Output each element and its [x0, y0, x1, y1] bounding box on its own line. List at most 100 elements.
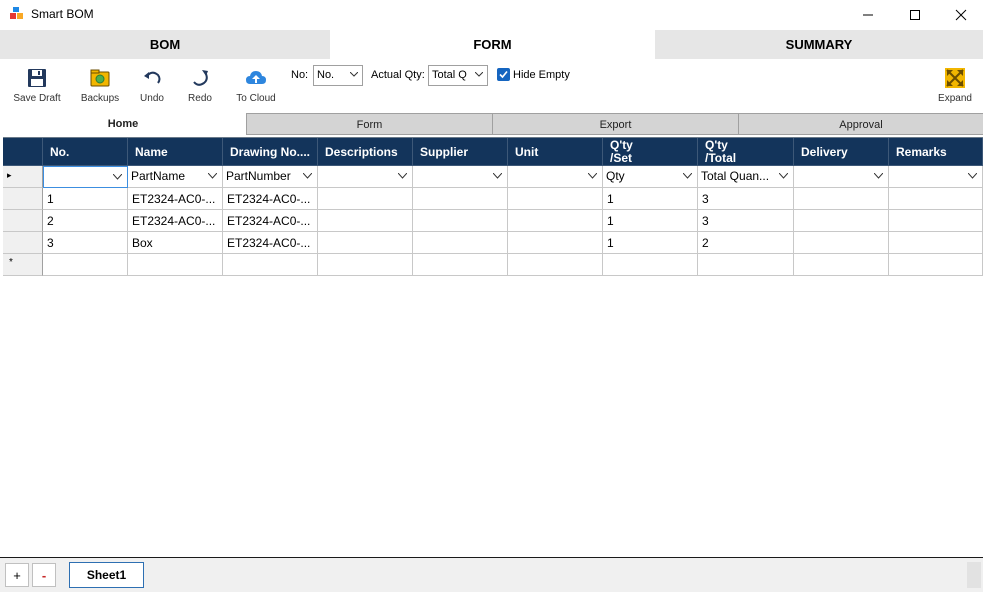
cell-qty-set[interactable]: 1 [603, 232, 698, 254]
new-cell[interactable] [794, 254, 889, 276]
row-header[interactable] [3, 232, 43, 254]
new-cell[interactable] [223, 254, 318, 276]
header-name[interactable]: Name [128, 138, 223, 166]
filter-qty-total-value: Total Quan... [701, 169, 770, 183]
redo-button[interactable]: Redo [184, 67, 216, 104]
cell-supplier[interactable] [413, 188, 508, 210]
filter-qty-set[interactable]: Qty [603, 166, 698, 188]
new-cell[interactable] [413, 254, 508, 276]
undo-button[interactable]: Undo [136, 67, 168, 104]
minimize-icon [863, 14, 873, 16]
new-cell[interactable] [43, 254, 128, 276]
tab-home[interactable]: Home [0, 113, 247, 135]
close-icon [955, 9, 967, 21]
filter-qty-set-value: Qty [606, 169, 625, 183]
filter-name[interactable]: PartName [128, 166, 223, 188]
header-qty-set[interactable]: Q'ty /Set [603, 138, 698, 166]
new-cell[interactable] [889, 254, 983, 276]
filter-no[interactable] [43, 166, 128, 188]
cell-descriptions[interactable] [318, 210, 413, 232]
cell-drawing-no[interactable]: ET2324-AC0-... [223, 210, 318, 232]
filter-delivery[interactable] [794, 166, 889, 188]
close-button[interactable] [938, 0, 983, 30]
sheet-tab[interactable]: Sheet1 [69, 562, 144, 588]
header-qty-total[interactable]: Q'ty /Total [698, 138, 794, 166]
cell-delivery[interactable] [794, 232, 889, 254]
cell-name[interactable]: ET2324-AC0-... [128, 188, 223, 210]
corner-header[interactable] [3, 138, 43, 166]
floppy-disk-icon [28, 69, 46, 87]
cell-remarks[interactable] [889, 210, 983, 232]
new-row-marker[interactable]: * [3, 254, 43, 276]
backups-button[interactable]: Backups [78, 67, 122, 104]
cell-no[interactable]: 3 [43, 232, 128, 254]
cell-unit[interactable] [508, 210, 603, 232]
expand-button[interactable]: Expand [935, 67, 975, 104]
filter-unit[interactable] [508, 166, 603, 188]
new-cell[interactable] [318, 254, 413, 276]
maximize-button[interactable] [892, 0, 938, 30]
row-header[interactable] [3, 210, 43, 232]
minimize-button[interactable] [845, 0, 891, 30]
header-drawing-no[interactable]: Drawing No.... [223, 138, 318, 166]
new-cell[interactable] [603, 254, 698, 276]
chevron-down-icon [303, 173, 312, 179]
tab-form[interactable]: FORM [330, 30, 655, 59]
cell-qty-total[interactable]: 3 [698, 210, 794, 232]
chevron-down-icon [350, 72, 358, 77]
header-no[interactable]: No. [43, 138, 128, 166]
actual-qty-select[interactable]: Total Q [428, 65, 488, 86]
cell-drawing-no[interactable]: ET2324-AC0-... [223, 232, 318, 254]
no-select[interactable]: No. [313, 65, 363, 86]
new-cell[interactable] [508, 254, 603, 276]
sheet-scroll[interactable] [967, 562, 981, 588]
cell-unit[interactable] [508, 232, 603, 254]
add-sheet-button[interactable]: + [5, 563, 29, 587]
header-remarks[interactable]: Remarks [889, 138, 983, 166]
save-draft-button[interactable]: Save Draft [12, 67, 62, 104]
header-qty-set-line2: /Set [610, 151, 633, 165]
cell-descriptions[interactable] [318, 232, 413, 254]
cell-name[interactable]: ET2324-AC0-... [128, 210, 223, 232]
filter-remarks[interactable] [889, 166, 983, 188]
filter-descriptions[interactable] [318, 166, 413, 188]
header-supplier[interactable]: Supplier [413, 138, 508, 166]
row-header[interactable] [3, 188, 43, 210]
tab-summary[interactable]: SUMMARY [655, 30, 983, 59]
expand-label: Expand [938, 93, 972, 104]
new-cell[interactable] [128, 254, 223, 276]
filter-qty-total[interactable]: Total Quan... [698, 166, 794, 188]
cell-no[interactable]: 2 [43, 210, 128, 232]
header-unit[interactable]: Unit [508, 138, 603, 166]
header-descriptions[interactable]: Descriptions [318, 138, 413, 166]
cell-remarks[interactable] [889, 188, 983, 210]
tab-export[interactable]: Export [493, 113, 739, 135]
filter-drawing-no[interactable]: PartNumber [223, 166, 318, 188]
to-cloud-button[interactable]: To Cloud [233, 67, 279, 104]
cell-remarks[interactable] [889, 232, 983, 254]
current-row-indicator: ▸ [3, 166, 43, 188]
cell-delivery[interactable] [794, 188, 889, 210]
cell-qty-set[interactable]: 1 [603, 188, 698, 210]
redo-arrow-icon [193, 70, 208, 86]
cell-delivery[interactable] [794, 210, 889, 232]
cell-descriptions[interactable] [318, 188, 413, 210]
tab-approval[interactable]: Approval [739, 113, 983, 135]
cell-supplier[interactable] [413, 232, 508, 254]
cell-no[interactable]: 1 [43, 188, 128, 210]
cell-qty-total[interactable]: 2 [698, 232, 794, 254]
new-cell[interactable] [698, 254, 794, 276]
filter-supplier[interactable] [413, 166, 508, 188]
bom-grid[interactable]: No. Name Drawing No.... Descriptions Sup… [3, 137, 983, 557]
cell-unit[interactable] [508, 188, 603, 210]
remove-sheet-button[interactable]: - [32, 563, 56, 587]
hide-empty-checkbox[interactable] [497, 68, 510, 81]
cell-qty-total[interactable]: 3 [698, 188, 794, 210]
tab-form-sub[interactable]: Form [247, 113, 493, 135]
cell-qty-set[interactable]: 1 [603, 210, 698, 232]
tab-bom[interactable]: BOM [0, 30, 330, 59]
cell-name[interactable]: Box [128, 232, 223, 254]
cell-supplier[interactable] [413, 210, 508, 232]
header-delivery[interactable]: Delivery [794, 138, 889, 166]
cell-drawing-no[interactable]: ET2324-AC0-... [223, 188, 318, 210]
